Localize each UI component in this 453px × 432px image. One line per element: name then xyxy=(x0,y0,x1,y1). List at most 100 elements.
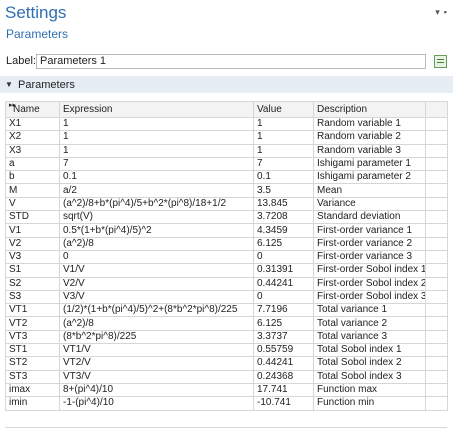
cell-value[interactable]: 7 xyxy=(253,156,314,172)
table-row[interactable]: VT1 (1/2)*(1+b*(pi^4)/5)^2+(8*b^2*pi^8)/2… xyxy=(5,303,448,318)
cell-value[interactable]: 0.1 xyxy=(253,170,314,185)
cell-description[interactable]: Variance xyxy=(313,196,426,212)
cell-expression[interactable]: (1/2)*(1+b*(pi^4)/5)^2+(8*b^2*pi^8)/225 xyxy=(59,303,254,318)
pin-icon[interactable]: ▾ xyxy=(435,7,440,18)
cell-description[interactable]: First-order variance 2 xyxy=(313,236,426,251)
table-row[interactable]: ST2 VT2/V 0.44241 Total Sobol index 2 xyxy=(5,356,448,371)
cell-description[interactable]: Ishigami parameter 2 xyxy=(313,170,426,185)
cell-name[interactable]: X1 xyxy=(5,116,60,132)
cell-value[interactable]: 0.55759 xyxy=(253,343,314,358)
cell-description[interactable]: Random variable 2 xyxy=(313,130,426,145)
cell-expression[interactable]: 7 xyxy=(59,156,254,172)
cell-value[interactable]: 17.741 xyxy=(253,382,314,398)
cell-value[interactable]: 7.7196 xyxy=(253,303,314,318)
cell-expression[interactable]: 0.1 xyxy=(59,170,254,185)
cell-name[interactable]: VT2 xyxy=(5,316,60,331)
table-row[interactable]: VT2 (a^2)/8 6.125 Total variance 2 xyxy=(5,316,448,331)
cell-value[interactable]: 6.125 xyxy=(253,316,314,331)
cell-name[interactable]: S2 xyxy=(5,276,60,291)
table-row[interactable]: X2 1 1 Random variable 2 xyxy=(5,130,448,145)
cell-value[interactable]: 4.3459 xyxy=(253,223,314,238)
cell-value[interactable]: 3.7208 xyxy=(253,210,314,225)
table-row[interactable]: ST1 VT1/V 0.55759 Total Sobol index 1 xyxy=(5,343,448,358)
cell-description[interactable]: Function min xyxy=(313,396,426,411)
cell-name[interactable]: M xyxy=(5,183,60,198)
cell-description[interactable]: Standard deviation xyxy=(313,210,426,225)
cell-expression[interactable]: sqrt(V) xyxy=(59,210,254,225)
table-row[interactable]: V (a^2)/8+b*(pi^4)/5+b^2*(pi^8)/18+1/2 13.… xyxy=(5,196,448,212)
table-row[interactable]: imin -1-(pi^4)/10 -10.741 Function min xyxy=(5,396,448,411)
table-row[interactable]: VT3 (8*b^2*pi^8)/225 3.3737 Total variance … xyxy=(5,329,448,345)
label-input[interactable] xyxy=(36,53,426,69)
table-row[interactable]: V3 0 0 First-order variance 3 xyxy=(5,249,448,265)
cell-description[interactable]: Total variance 3 xyxy=(313,329,426,345)
cell-name[interactable]: ST1 xyxy=(5,343,60,358)
column-header-value[interactable]: Value xyxy=(253,101,314,118)
cell-name[interactable]: V2 xyxy=(5,236,60,251)
cell-description[interactable]: Random variable 3 xyxy=(313,143,426,158)
cell-description[interactable]: Total variance 2 xyxy=(313,316,426,331)
table-row[interactable]: Ma/2 3.5 Mean xyxy=(5,183,448,198)
cell-description[interactable]: First-order Sobol index 2 xyxy=(313,276,426,291)
cell-name[interactable]: X3 xyxy=(5,143,60,158)
cell-name[interactable]: S1 xyxy=(5,263,60,278)
cell-description[interactable]: First-order Sobol index 3 xyxy=(313,289,426,305)
cell-name[interactable]: VT1 xyxy=(5,303,60,318)
cell-description[interactable]: Total variance 1 xyxy=(313,303,426,318)
cell-expression[interactable]: 1 xyxy=(59,116,254,132)
cell-name[interactable]: V xyxy=(5,196,60,212)
cell-name[interactable]: V1 xyxy=(5,223,60,238)
cell-name[interactable]: VT3 xyxy=(5,329,60,345)
cell-description[interactable]: First-order variance 3 xyxy=(313,249,426,265)
cell-description[interactable]: Ishigami parameter 1 xyxy=(313,156,426,172)
cell-expression[interactable]: (a^2)/8 xyxy=(59,236,254,251)
parameters-section-header[interactable]: ▼ Parameters xyxy=(0,76,453,93)
table-row[interactable]: ST3 VT3/V 0.24368 Total Sobol index 3 xyxy=(5,369,448,384)
table-row[interactable]: X1 1 1 Random variable 1 xyxy=(5,116,448,132)
cell-value[interactable]: 0 xyxy=(253,249,314,265)
cell-expression[interactable]: 0.5*(1+b*(pi^4)/5)^2 xyxy=(59,223,254,238)
table-row[interactable]: S3 V3/V 0 First-order Sobol index 3 xyxy=(5,289,448,305)
table-row[interactable]: a 7 7 Ishigami parameter 1 xyxy=(5,156,448,172)
close-icon[interactable]: ▪ xyxy=(444,7,447,18)
cell-value[interactable]: 13.845 xyxy=(253,196,314,212)
table-row[interactable]: S1 V1/V 0.31391 First-order Sobol index 1 xyxy=(5,263,448,278)
cell-name[interactable]: a xyxy=(5,156,60,172)
edit-list-icon[interactable] xyxy=(434,54,447,68)
cell-name[interactable]: ST3 xyxy=(5,369,60,384)
sort-icon[interactable]: ▸▸ xyxy=(9,103,16,110)
cell-expression[interactable]: (a^2)/8+b*(pi^4)/5+b^2*(pi^8)/18+1/2 xyxy=(59,196,254,212)
cell-name[interactable]: X2 xyxy=(5,130,60,145)
cell-description[interactable]: Total Sobol index 1 xyxy=(313,343,426,358)
table-row[interactable]: V2 (a^2)/8 6.125 First-order variance 2 xyxy=(5,236,448,251)
cell-expression[interactable]: VT2/V xyxy=(59,356,254,371)
cell-value[interactable]: -10.741 xyxy=(253,396,314,411)
cell-description[interactable]: Mean xyxy=(313,183,426,198)
cell-description[interactable]: First-order variance 1 xyxy=(313,223,426,238)
cell-expression[interactable]: (a^2)/8 xyxy=(59,316,254,331)
table-row[interactable]: STD sqrt(V) 3.7208 Standard deviation xyxy=(5,210,448,225)
cell-expression[interactable]: -1-(pi^4)/10 xyxy=(59,396,254,411)
cell-value[interactable]: 0.31391 xyxy=(253,263,314,278)
cell-value[interactable]: 0.24368 xyxy=(253,369,314,384)
cell-value[interactable]: 0.44241 xyxy=(253,356,314,371)
cell-value[interactable]: 3.3737 xyxy=(253,329,314,345)
cell-description[interactable]: First-order Sobol index 1 xyxy=(313,263,426,278)
cell-value[interactable]: 3.5 xyxy=(253,183,314,198)
cell-expression[interactable]: V2/V xyxy=(59,276,254,291)
table-row[interactable]: X3 1 1 Random variable 3 xyxy=(5,143,448,158)
column-header-description[interactable]: Description xyxy=(313,101,426,118)
cell-name[interactable]: ST2 xyxy=(5,356,60,371)
cell-value[interactable]: 0 xyxy=(253,289,314,305)
cell-name[interactable]: STD xyxy=(5,210,60,225)
cell-expression[interactable]: VT1/V xyxy=(59,343,254,358)
table-row[interactable]: V1 0.5*(1+b*(pi^4)/5)^2 4.3459 First-order … xyxy=(5,223,448,238)
cell-description[interactable]: Total Sobol index 3 xyxy=(313,369,426,384)
cell-name[interactable]: V3 xyxy=(5,249,60,265)
cell-expression[interactable]: 0 xyxy=(59,249,254,265)
cell-name[interactable]: imin xyxy=(5,396,60,411)
table-row[interactable]: S2 V2/V 0.44241 First-order Sobol index 2 xyxy=(5,276,448,291)
cell-value[interactable]: 0.44241 xyxy=(253,276,314,291)
cell-description[interactable]: Function max xyxy=(313,382,426,398)
cell-expression[interactable]: 8+(pi^4)/10 xyxy=(59,382,254,398)
